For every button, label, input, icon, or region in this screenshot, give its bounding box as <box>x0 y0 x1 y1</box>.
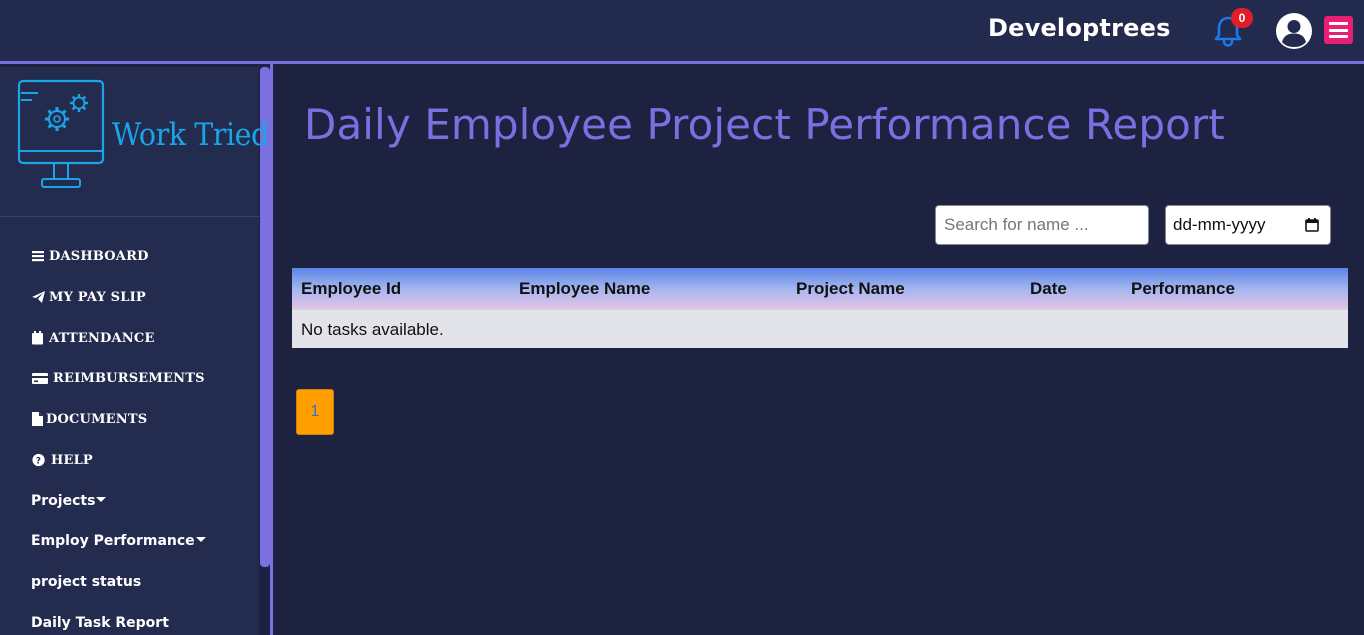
sidebar-item-label: HELP <box>51 452 93 468</box>
calendar-icon[interactable] <box>1305 218 1319 232</box>
calendar-icon <box>32 331 43 345</box>
column-header-employee-name[interactable]: Employee Name <box>519 279 650 299</box>
user-avatar-icon[interactable] <box>1275 12 1313 50</box>
notification-badge: 0 <box>1231 8 1253 28</box>
paper-plane-icon <box>32 291 45 303</box>
hamburger-menu-button[interactable] <box>1324 16 1353 44</box>
sidebar-item-attendance[interactable]: ATTENDANCE <box>31 328 155 348</box>
page-title: Daily Employee Project Performance Repor… <box>304 100 1225 149</box>
sidebar-item-label: Projects <box>31 493 96 509</box>
column-header-project-name[interactable]: Project Name <box>796 279 905 299</box>
empty-table-message: No tasks available. <box>301 320 444 339</box>
caret-down-icon <box>96 496 107 502</box>
sidebar-item-dashboard[interactable]: DASHBOARD <box>31 246 149 266</box>
sidebar-item-label: DOCUMENTS <box>46 411 148 427</box>
sidebar-item-label: project status <box>31 574 142 590</box>
column-header-date[interactable]: Date <box>1030 279 1067 299</box>
hamburger-line <box>1329 35 1348 38</box>
sidebar-item-label: DASHBOARD <box>49 248 149 264</box>
sidebar-item-label: Employ Performance <box>31 533 195 549</box>
search-input[interactable] <box>935 205 1149 245</box>
top-navbar: Developtrees 0 <box>0 0 1364 64</box>
sidebar-item-my-pay-slip[interactable]: MY PAY SLIP <box>31 287 146 307</box>
hamburger-line <box>1329 28 1348 32</box>
date-input-value: dd-mm-yyyy <box>1173 215 1266 234</box>
file-icon <box>32 412 43 426</box>
sidebar-item-employ-performance[interactable]: Employ Performance <box>31 531 206 551</box>
caret-down-icon <box>195 536 206 542</box>
performance-table: Employee Id Employee Name Project Name D… <box>292 268 1348 348</box>
pagination-page-button[interactable]: 1 <box>296 389 334 435</box>
column-header-employee-id[interactable]: Employee Id <box>301 279 401 299</box>
sidebar-divider <box>270 64 273 635</box>
sidebar-item-daily-task-report[interactable]: Daily Task Report <box>31 613 169 633</box>
table-row: No tasks available. <box>292 308 1348 348</box>
sidebar-item-project-status[interactable]: project status <box>31 572 141 592</box>
sidebar-item-label: MY PAY SLIP <box>49 289 146 305</box>
hamburger-line <box>1329 22 1348 25</box>
logo-text: Work Tried <box>112 117 269 153</box>
sidebar-item-reimbursements[interactable]: REIMBURSEMENTS <box>31 368 205 388</box>
sidebar-item-label: REIMBURSEMENTS <box>53 370 205 386</box>
sidebar-item-projects[interactable]: Projects <box>31 491 107 511</box>
computer-gear-logo-icon <box>17 79 105 188</box>
column-header-performance[interactable]: Performance <box>1131 279 1235 299</box>
question-circle-icon: ? <box>32 453 45 467</box>
company-name: Developtrees <box>988 14 1171 42</box>
date-input[interactable]: dd-mm-yyyy <box>1165 205 1331 245</box>
svg-text:?: ? <box>36 457 41 467</box>
sidebar-item-documents[interactable]: DOCUMENTS <box>31 409 147 429</box>
table-header: Employee Id Employee Name Project Name D… <box>292 268 1348 308</box>
bars-icon <box>32 251 44 262</box>
credit-card-icon <box>32 373 48 384</box>
sidebar-item-label: ATTENDANCE <box>49 330 155 346</box>
sidebar-item-label: Daily Task Report <box>31 615 169 631</box>
sidebar-item-help[interactable]: ? HELP <box>31 450 93 470</box>
